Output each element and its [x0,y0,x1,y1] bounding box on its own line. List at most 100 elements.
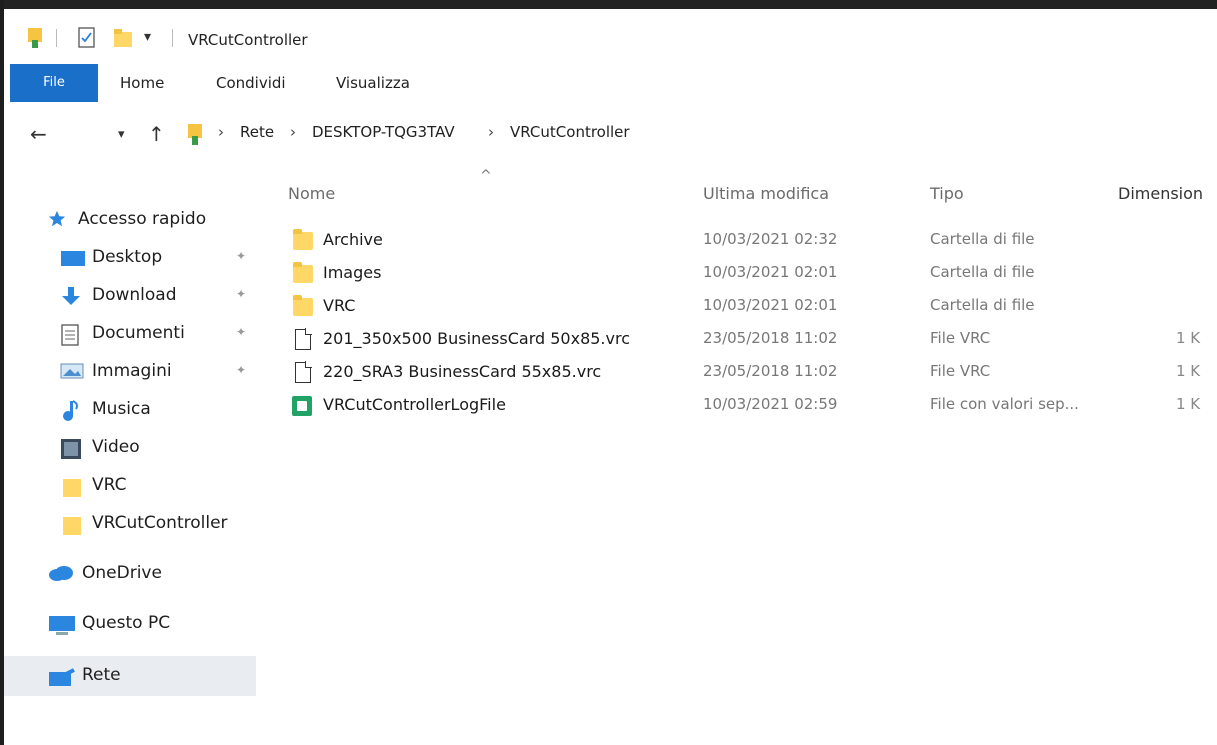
file-list: ^ Nome Ultima modifica Tipo Dimension Ar… [280,168,1217,728]
customize-toolbar-icon[interactable]: ▾ [144,29,151,45]
file-type: File con valori sep... [930,395,1079,413]
file-icon [292,328,314,351]
sidebar-item-rete[interactable]: Rete [4,656,256,696]
file-name: Archive [323,230,383,249]
table-row[interactable]: VRC 10/03/2021 02:01 Cartella di file [280,290,1217,323]
sidebar-item-label: Rete [82,665,121,685]
folder-icon [292,229,314,252]
sidebar-item-vrcutcontroller[interactable]: VRCutController [4,506,256,542]
table-row[interactable]: 220_SRA3 BusinessCard 55x85.vrc 23/05/20… [280,356,1217,389]
table-row[interactable]: VRCutControllerLogFile 10/03/2021 02:59 … [280,389,1217,422]
desktop-icon [60,248,85,268]
file-name: VRC [323,296,356,315]
file-modified: 23/05/2018 11:02 [703,329,838,347]
breadcrumb-separator: › [488,123,494,141]
file-type: File VRC [930,362,991,380]
file-type: File VRC [930,329,991,347]
file-explorer-window: ▾ VRCutController File Home Condividi Vi… [0,0,1217,745]
sidebar-item-label: Download [92,285,177,305]
chevron-down-icon[interactable]: ▾ [118,127,125,142]
column-header-modified[interactable]: Ultima modifica [703,184,829,203]
folder-properties-icon[interactable] [26,26,46,54]
column-header-name[interactable]: Nome [288,184,335,203]
sidebar-item-onedrive[interactable]: OneDrive [4,556,256,592]
file-size: 1 K [1176,329,1201,347]
tab-condividi[interactable]: Condividi [212,64,290,102]
folder-icon [292,295,314,318]
breadcrumb-vrcutcontroller[interactable]: VRCutController [510,123,630,141]
sidebar-item-video[interactable]: Video [4,430,256,466]
computer-icon [48,614,75,635]
sidebar-item-label: Video [92,437,140,457]
pictures-icon [60,362,84,382]
download-icon [60,286,82,306]
file-modified: 10/03/2021 02:01 [703,296,838,314]
file-modified: 10/03/2021 02:32 [703,230,838,248]
breadcrumb-rete[interactable]: Rete [240,123,274,141]
tab-file[interactable]: File [10,64,98,102]
table-row[interactable]: 201_350x500 BusinessCard 50x85.vrc 23/05… [280,323,1217,356]
sidebar-item-vrc[interactable]: VRC [4,468,256,504]
file-modified: 23/05/2018 11:02 [703,362,838,380]
pin-icon[interactable]: ✦ [236,325,246,339]
sidebar-item-label: Questo PC [82,613,171,633]
window-title: VRCutController [188,31,308,49]
file-name: Images [323,263,382,282]
file-type: Cartella di file [930,263,1035,281]
file-name: 220_SRA3 BusinessCard 55x85.vrc [323,362,602,381]
pin-icon[interactable]: ✦ [236,287,246,301]
sidebar-item-desktop[interactable]: Desktop ✦ [4,240,256,276]
folder-icon [62,476,84,497]
file-modified: 10/03/2021 02:01 [703,263,838,281]
sidebar-item-questo-pc[interactable]: Questo PC [4,606,256,642]
title-bar: ▾ VRCutController [4,9,1217,61]
column-header-type[interactable]: Tipo [930,184,964,203]
sidebar-item-label: Documenti [92,323,185,343]
tab-visualizza[interactable]: Visualizza [332,64,414,102]
file-size: 1 K [1176,362,1201,380]
new-folder-icon[interactable] [112,27,134,53]
tab-home[interactable]: Home [116,64,168,102]
divider [56,29,57,47]
table-row[interactable]: Images 10/03/2021 02:01 Cartella di file [280,257,1217,290]
table-row[interactable]: Archive 10/03/2021 02:32 Cartella di fil… [280,224,1217,257]
sidebar-item-label: Musica [92,399,151,419]
cloud-icon [48,564,73,584]
sidebar-item-musica[interactable]: Musica [4,392,256,428]
sort-ascending-icon: ^ [480,168,492,184]
file-name: 201_350x500 BusinessCard 50x85.vrc [323,329,631,348]
sidebar-item-accesso-rapido[interactable]: Accesso rapido [4,202,256,238]
sidebar-item-immagini[interactable]: Immagini ✦ [4,354,256,390]
file-modified: 10/03/2021 02:59 [703,395,838,413]
pin-icon[interactable]: ✦ [236,249,246,263]
properties-icon[interactable] [78,27,96,53]
navigation-pane: Accesso rapido Desktop ✦ Download ✦ Docu… [4,190,256,730]
sidebar-item-label: VRCutController [92,513,228,533]
sidebar-item-label: VRC [92,475,127,495]
sidebar-item-download[interactable]: Download ✦ [4,278,256,314]
sidebar-item-label: Accesso rapido [78,209,207,229]
arrow-up-icon[interactable]: ↑ [148,122,165,146]
breadcrumb-desktop-tqg3tav[interactable]: DESKTOP-TQG3TAV [312,123,455,141]
breadcrumb-separator: › [218,123,224,141]
file-type: Cartella di file [930,230,1035,248]
network-folder-icon [186,122,206,153]
breadcrumb-separator: › [290,123,296,141]
folder-icon [62,514,84,535]
column-header-size[interactable]: Dimension [1118,184,1203,203]
sidebar-item-label: Immagini [92,361,172,381]
arrow-left-icon[interactable]: ← [30,122,47,146]
file-icon [292,361,314,384]
address-bar: ← ▾ ↑ › Rete › DESKTOP-TQG3TAV › VRCutCo… [4,110,1217,158]
sidebar-item-documenti[interactable]: Documenti ✦ [4,316,256,352]
divider [172,29,173,47]
folder-icon [292,262,314,285]
csv-file-icon [292,395,314,417]
pin-icon[interactable]: ✦ [236,363,246,377]
music-icon [62,400,84,421]
video-icon [60,438,82,459]
network-icon [48,666,75,686]
sidebar-item-label: OneDrive [82,563,162,583]
documents-icon [60,324,82,346]
ribbon-tabs: File Home Condividi Visualizza [4,64,1217,104]
